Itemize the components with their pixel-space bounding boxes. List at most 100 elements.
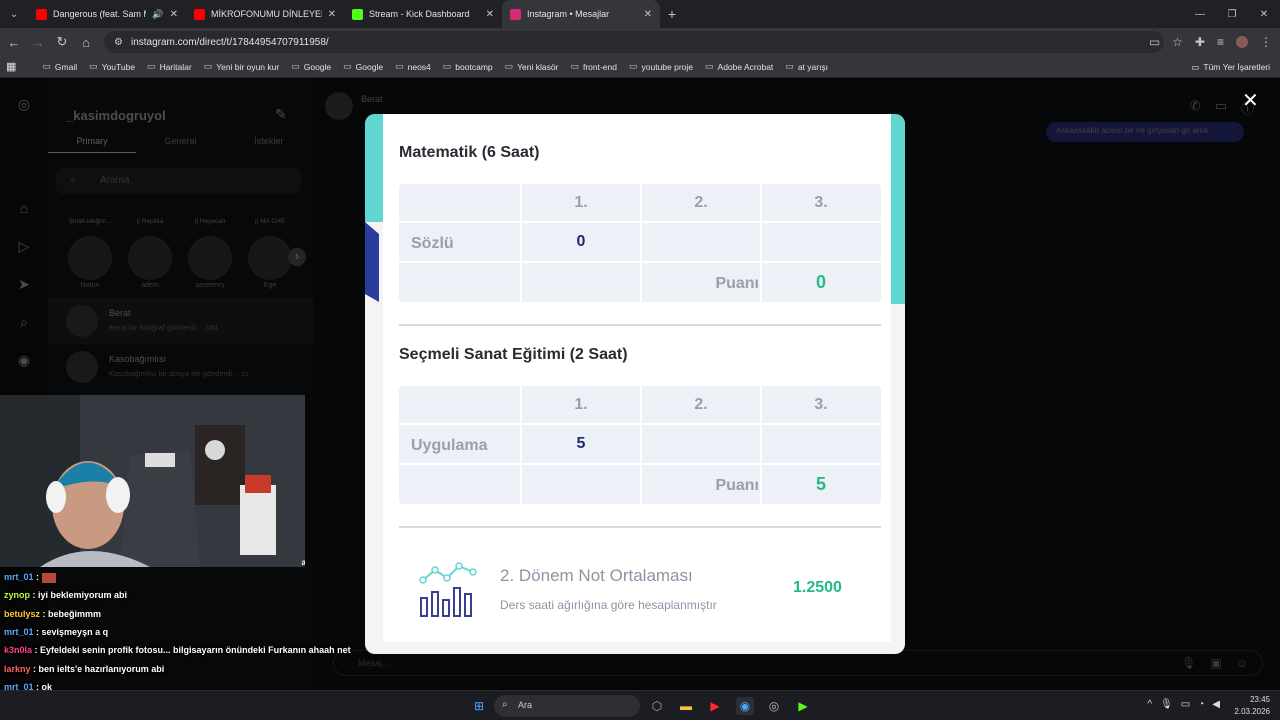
average-value: 1.2500 (793, 579, 842, 596)
bookmark-icon: ▭ (291, 61, 300, 71)
close-window-icon[interactable]: ✕ (1248, 0, 1280, 28)
reading-list-icon[interactable]: ≡ (1217, 35, 1224, 49)
monitor-icon[interactable]: ▭ (1181, 699, 1190, 710)
bookmark-icon: ▭ (42, 61, 51, 71)
all-bookmarks-label: Tüm Yer İşaretleri (1203, 62, 1270, 72)
webcam-caption: a q (301, 558, 305, 567)
tab-close-icon[interactable]: ✕ (328, 9, 336, 20)
kick-app-icon[interactable]: ▶ (794, 697, 812, 715)
all-bookmarks-folder[interactable]: ▭ Tüm Yer İşaretleri (1191, 56, 1270, 78)
profile-avatar[interactable] (1236, 36, 1248, 48)
divider (399, 526, 881, 528)
task-view-icon[interactable]: ⬡ (648, 697, 666, 715)
bookmark-item[interactable]: ▭ Haritalar (141, 61, 198, 72)
bookmark-icon: ▭ (395, 61, 404, 71)
file-explorer-icon[interactable]: ▬ (677, 697, 695, 715)
bookmark-item[interactable]: ▭ Gmail (36, 61, 83, 72)
tab-close-icon[interactable]: ✕ (644, 9, 652, 20)
cast-icon[interactable]: ▭ (1149, 35, 1160, 49)
site-info-icon[interactable]: ⚙ (114, 37, 123, 48)
chat-username[interactable]: k3n0la (4, 645, 32, 655)
bookmark-item[interactable]: ▭ bootcamp (437, 61, 499, 72)
grade-value (761, 222, 881, 262)
bookmark-item[interactable]: ▭ neos4 (389, 61, 437, 72)
bookmark-item[interactable]: ▭ Google (285, 61, 337, 72)
browser-tab[interactable]: Dangerous (feat. Sam Marti 🔊 ✕ (28, 0, 186, 28)
tab-title: Stream - Kick Dashboard (369, 9, 470, 19)
tab-strip: ⌄ Dangerous (feat. Sam Marti🔊✕MİKROFONUM… (0, 0, 1280, 28)
bookmark-label: neos4 (407, 61, 431, 72)
minimize-icon[interactable]: — (1184, 0, 1216, 28)
system-tray: ^ 🎙 ▭ ◔ ◀ (1147, 699, 1220, 710)
chat-text: iyi beklemiyorum abi (38, 590, 128, 601)
webcam-overlay: a q (0, 395, 305, 567)
chat-username[interactable]: betulysz (4, 609, 40, 619)
obs-icon[interactable]: ◎ (765, 697, 783, 715)
bookmark-label: Haritalar (159, 61, 192, 72)
bookmark-icon: ▭ (89, 61, 98, 71)
bookmark-item[interactable]: ▭ youtube proje (623, 61, 699, 72)
grade-table: 1. 2. 3. Sözlü 0 Puanı 0 (399, 184, 881, 302)
bookmark-item[interactable]: ▭ Yeni klasör (499, 61, 565, 72)
new-tab-button[interactable]: + (660, 6, 684, 22)
browser-tab[interactable]: MİKROFONUMU DİNLEYEN KO ✕ (186, 0, 344, 28)
chat-separator: : (40, 608, 49, 619)
section-title: Matematik (6 Saat) (399, 144, 540, 161)
tab-favicon (352, 8, 363, 20)
bookmark-item[interactable]: ▭ Google (337, 61, 389, 72)
bookmark-item[interactable]: ▭ Yeni bir oyun kur (198, 61, 286, 72)
chat-message: k3n0la : Eyfeldeki senin profik fotosu..… (4, 645, 351, 655)
puani-value: 0 (815, 271, 826, 292)
tray-overflow-icon[interactable]: ^ (1147, 699, 1152, 710)
tab-close-icon[interactable]: ✕ (170, 9, 178, 20)
forward-icon[interactable]: → (26, 35, 50, 50)
home-icon[interactable]: ⌂ (74, 35, 98, 50)
url-text: instagram.com/direct/t/17844954707911958… (130, 36, 329, 48)
mic-tray-icon[interactable]: 🎙 (1160, 699, 1173, 710)
decor-stripe (365, 114, 383, 222)
chat-separator: : (30, 663, 39, 674)
chat-separator: : (33, 572, 42, 582)
tab-search-menu-icon[interactable]: ⌄ (0, 0, 28, 28)
divider (399, 324, 881, 326)
address-bar[interactable]: ⚙ instagram.com/direct/t/178449547079119… (104, 31, 1164, 53)
youtube-app-icon[interactable]: ▶ (706, 697, 724, 715)
chat-username[interactable]: mrt_01 (4, 572, 34, 582)
chat-username[interactable]: larkny (4, 664, 31, 674)
clock[interactable]: 23:45 2.03.2026 (1234, 694, 1270, 718)
bookmark-icon: ▭ (504, 61, 514, 71)
chat-message: larkny : ben ielts'e hazırlanıyorum abi (4, 664, 164, 674)
tab-audio-icon[interactable]: 🔊 (152, 9, 163, 20)
browser-tab[interactable]: Instagram • Mesajlar ✕ (502, 0, 660, 28)
windows-start-icon[interactable]: ⊞ (470, 697, 488, 715)
bookmark-item[interactable]: ▭ front-end (564, 61, 623, 72)
taskbar-search[interactable]: ⌕ Ara (494, 695, 640, 717)
apps-grid-icon[interactable]: ▦ (0, 60, 22, 73)
chrome-icon[interactable]: ◉ (736, 697, 754, 715)
menu-kebab-icon[interactable]: ⋮ (1260, 35, 1272, 49)
wifi-icon[interactable]: ◔ (1198, 699, 1204, 710)
reload-icon[interactable]: ↻ (50, 34, 74, 50)
restore-icon[interactable]: ❐ (1216, 0, 1248, 28)
extensions-icon[interactable]: ✚ (1195, 35, 1205, 49)
chat-separator: : (30, 590, 38, 601)
bookmark-label: at yarışı (797, 61, 829, 72)
chat-message: mrt_01 : sevişmeyşn a q (4, 627, 108, 637)
tab-close-icon[interactable]: ✕ (486, 9, 494, 20)
clock-time: 23:45 (1249, 695, 1270, 704)
chat-username[interactable]: mrt_01 (4, 627, 34, 637)
bookmark-star-icon[interactable]: ☆ (1172, 35, 1183, 49)
bookmark-item[interactable]: ▭ Adobe Acrobat (699, 61, 779, 72)
bookmark-item[interactable]: ▭ YouTube (83, 61, 141, 72)
close-modal-icon[interactable]: ✕ (1242, 88, 1259, 113)
chat-username[interactable]: zynop (4, 590, 30, 600)
browser-tab[interactable]: Stream - Kick Dashboard ✕ (344, 0, 502, 28)
toolbar: ← → ↻ ⌂ ⚙ instagram.com/direct/t/1784495… (0, 28, 1280, 56)
back-icon[interactable]: ← (2, 35, 26, 50)
grade-value (641, 424, 761, 464)
bookmark-item[interactable]: ▭ at yarışı (779, 61, 834, 72)
tab-favicon (36, 8, 47, 20)
bookmark-icon: ▭ (203, 61, 213, 71)
volume-icon[interactable]: ◀ (1212, 699, 1220, 710)
chat-separator: : (32, 645, 41, 656)
